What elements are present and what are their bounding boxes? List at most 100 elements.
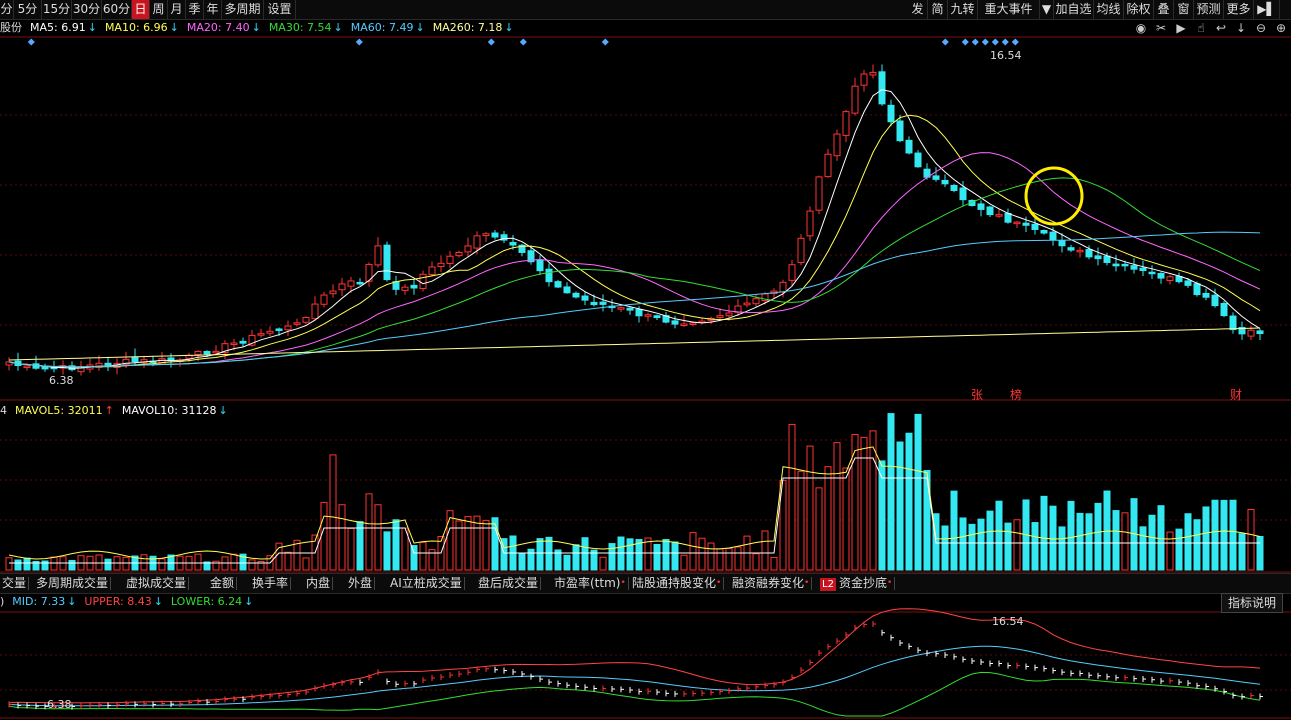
indicator-tab-2[interactable]: 虚拟成交量 bbox=[126, 574, 190, 593]
period-tab-7[interactable]: 月 bbox=[168, 0, 186, 19]
period-tab-3[interactable]: 30分 bbox=[72, 0, 102, 19]
kline-chart[interactable] bbox=[0, 0, 1291, 720]
legend-item-0: MAVOL5: 32011 ↑ bbox=[15, 404, 114, 417]
indicator-tab-8[interactable]: 盘后成交量 bbox=[478, 574, 542, 593]
legend-item-3: MA30: 7.54 ↓ bbox=[268, 21, 343, 34]
back-icon[interactable]: ↩ bbox=[1211, 19, 1231, 37]
indicator-tab-3[interactable]: 金额 bbox=[210, 574, 238, 593]
period-tab-10[interactable]: 多周期 bbox=[222, 0, 264, 19]
hand-icon[interactable]: ☝ bbox=[1191, 19, 1211, 37]
volume-bar bbox=[473, 515, 481, 571]
finance-marker[interactable]: 财 bbox=[1230, 386, 1242, 403]
scissors-icon[interactable]: ✂ bbox=[1151, 19, 1171, 37]
signal-diamond-0 bbox=[27, 38, 35, 46]
limit-up-marker[interactable]: 张 bbox=[971, 386, 983, 403]
indicator-tab-1[interactable]: 多周期成交量 bbox=[36, 574, 112, 593]
volume-bar bbox=[662, 539, 670, 571]
indicator-tab-9[interactable]: 市盈率(ttm)• bbox=[554, 574, 629, 593]
period-tab-1[interactable]: 5分 bbox=[14, 0, 42, 19]
candle-body bbox=[761, 293, 769, 302]
play-icon[interactable]: ▶ bbox=[1171, 19, 1191, 37]
indicator-tab-10[interactable]: 陆股通持股变化• bbox=[632, 574, 725, 593]
indicator-explain-button[interactable]: 指标说明 bbox=[1220, 593, 1283, 613]
period-tab-11[interactable]: 设置 bbox=[264, 0, 296, 19]
period-toolbar: 分 5分 15分 30分 60分日周月季年多周期 设置 发简九转 重大事件 ▼ 加自选 均线 除权叠窗… bbox=[0, 0, 1291, 20]
period-tab-0[interactable]: 分 bbox=[0, 0, 14, 19]
volume-bar bbox=[1013, 519, 1021, 571]
boll-legend: ) MID: 7.33 ↓ UPPER: 8.43 ↓ LOWER: 6.24 ↓ bbox=[0, 593, 261, 611]
tool-button-5[interactable]: 加自选 bbox=[1054, 0, 1094, 19]
candle-body bbox=[230, 342, 238, 345]
period-tab-2[interactable]: 15分 bbox=[42, 0, 72, 19]
indicator-tab-7[interactable]: AI立桩成交量 bbox=[390, 574, 465, 593]
tool-button-1[interactable]: 简 bbox=[928, 0, 948, 19]
candle-body bbox=[356, 281, 364, 285]
volume-bar bbox=[671, 541, 679, 571]
tool-button-3[interactable]: 重大事件 bbox=[978, 0, 1040, 19]
volume-bar bbox=[221, 556, 229, 571]
down-icon[interactable]: ↓ bbox=[1231, 19, 1251, 37]
tool-button-6[interactable]: 均线 bbox=[1094, 0, 1124, 19]
period-tab-6[interactable]: 周 bbox=[150, 0, 168, 19]
volume-bar bbox=[698, 537, 706, 571]
zoom-out-icon[interactable]: ⊖ bbox=[1251, 19, 1271, 37]
volume-bar bbox=[572, 544, 580, 571]
tool-button-4[interactable]: ▼ bbox=[1040, 0, 1054, 19]
volume-bar bbox=[1031, 522, 1039, 571]
tool-button-0[interactable]: 发 bbox=[908, 0, 928, 19]
volume-bar bbox=[896, 441, 904, 571]
mavol10-line bbox=[9, 457, 1260, 564]
legend-item-0: MID: 7.33 ↓ bbox=[12, 595, 77, 608]
tool-button-7[interactable]: 除权 bbox=[1124, 0, 1154, 19]
volume-bar bbox=[284, 551, 292, 571]
eye-icon[interactable]: ◉ bbox=[1131, 19, 1151, 37]
candle-body bbox=[23, 365, 31, 368]
candle-body bbox=[158, 358, 166, 365]
dragon-tiger-marker[interactable]: 榜 bbox=[1010, 386, 1022, 403]
indicator-tab-11[interactable]: 融资融券变化• bbox=[732, 574, 813, 593]
candle-body bbox=[518, 244, 526, 253]
candle-body bbox=[860, 73, 868, 86]
candle-body bbox=[680, 323, 688, 326]
indicator-tab-4[interactable]: 换手率 bbox=[252, 574, 292, 593]
legend-item-1: MA10: 6.96 ↓ bbox=[104, 21, 179, 34]
candle-body bbox=[1040, 229, 1048, 234]
candle-body bbox=[491, 232, 499, 238]
volume-bar bbox=[1103, 490, 1111, 571]
candle-body bbox=[995, 214, 1003, 217]
volume-bar bbox=[770, 556, 778, 571]
indicator-tab-5[interactable]: 内盘 bbox=[306, 574, 334, 593]
volume-bar bbox=[14, 559, 22, 571]
period-tab-9[interactable]: 年 bbox=[204, 0, 222, 19]
candle-body bbox=[113, 363, 121, 368]
indicator-tab-6[interactable]: 外盘 bbox=[348, 574, 376, 593]
period-tab-4[interactable]: 60分 bbox=[102, 0, 132, 19]
volume-bar bbox=[599, 556, 607, 571]
tool-button-10[interactable]: 预测 bbox=[1194, 0, 1224, 19]
candle-body bbox=[536, 259, 544, 272]
tool-button-9[interactable]: 窗 bbox=[1174, 0, 1194, 19]
volume-bar bbox=[761, 530, 769, 571]
ma30-line bbox=[8, 177, 1261, 368]
candle-body bbox=[50, 366, 58, 370]
volume-bar bbox=[1067, 500, 1075, 571]
volume-bar bbox=[131, 555, 139, 571]
tool-button-8[interactable]: 叠 bbox=[1154, 0, 1174, 19]
zoom-in-icon[interactable]: ⊕ bbox=[1271, 19, 1291, 37]
tool-button-12[interactable]: ▶▌ bbox=[1254, 0, 1280, 19]
indicator-tab-12[interactable]: L2 资金抄底• bbox=[820, 574, 896, 593]
legend-item-0: MA5: 6.91 ↓ bbox=[30, 21, 97, 34]
candle-body bbox=[1085, 249, 1093, 258]
tool-button-11[interactable]: 更多 bbox=[1224, 0, 1254, 19]
candle-body bbox=[1022, 222, 1030, 226]
candle-body bbox=[707, 317, 715, 321]
ma260-line bbox=[8, 327, 1261, 361]
volume-bar bbox=[149, 555, 157, 571]
volume-bar bbox=[851, 433, 859, 571]
period-tab-8[interactable]: 季 bbox=[186, 0, 204, 19]
tool-button-2[interactable]: 九转 bbox=[948, 0, 978, 19]
candle-body bbox=[941, 179, 949, 185]
indicator-tab-0[interactable]: 交量 bbox=[2, 574, 30, 593]
period-tab-5[interactable]: 日 bbox=[132, 0, 150, 19]
candle-body bbox=[1004, 212, 1012, 223]
